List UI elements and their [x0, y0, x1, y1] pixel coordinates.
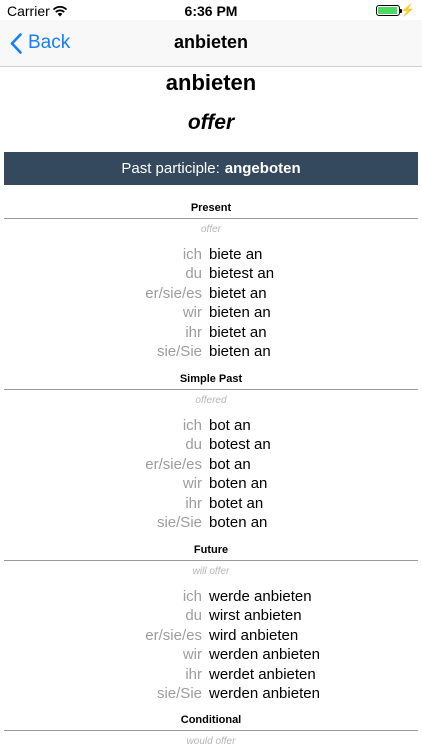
- pronoun: ihr: [185, 666, 202, 683]
- divider: [4, 560, 418, 561]
- past-participle-value: angeboten: [224, 160, 301, 177]
- verb-form: werden anbieten: [209, 646, 320, 663]
- pronoun: er/sie/es: [145, 456, 202, 473]
- divider: [4, 730, 418, 731]
- word-translation: offer: [187, 111, 235, 134]
- conjugation-row: sie/Sie werden anbieten: [0, 685, 422, 704]
- conjugation-row: du wirst anbieten: [0, 607, 422, 626]
- pronoun: wir: [182, 304, 202, 321]
- pronoun: er/sie/es: [145, 627, 202, 644]
- verb-form: botet an: [209, 495, 264, 512]
- verb-form: werden anbieten: [209, 685, 320, 702]
- divider: [4, 218, 418, 219]
- conjugation-row: wir boten an: [0, 475, 422, 494]
- charging-icon: ⚡: [400, 3, 415, 17]
- navigation-bar: Back anbieten: [0, 20, 422, 67]
- past-participle-banner: Past participle: angeboten: [4, 152, 418, 185]
- pronoun: ich: [182, 417, 202, 434]
- pronoun: du: [185, 607, 202, 624]
- conjugation-row: er/sie/es bietet an: [0, 285, 422, 304]
- verb-form: wirst anbieten: [209, 607, 302, 624]
- verb-form: bieten an: [209, 304, 271, 321]
- conjugation-row: ich biete an: [0, 246, 422, 265]
- conjugation-row: er/sie/es bot an: [0, 456, 422, 475]
- verb-form: bietet an: [209, 285, 267, 302]
- section-title-simple-past: Simple Past: [179, 373, 243, 385]
- pronoun: er/sie/es: [145, 285, 202, 302]
- verb-form: bietet an: [209, 324, 267, 341]
- conjugation-row: ich bot an: [0, 417, 422, 436]
- past-participle-label: Past participle:: [121, 160, 220, 177]
- conjugation-row: ihr werdet anbieten: [0, 666, 422, 685]
- conjugation-row: er/sie/es wird anbieten: [0, 627, 422, 646]
- pronoun: wir: [182, 475, 202, 492]
- verb-form: boten an: [209, 475, 268, 492]
- pronoun: ihr: [185, 324, 202, 341]
- verb-form: botest an: [209, 436, 271, 453]
- section-translation-conditional: would offer: [186, 736, 236, 747]
- section-title-present: Present: [190, 202, 232, 214]
- verb-form: bot an: [209, 417, 251, 434]
- section-title-conditional: Conditional: [180, 714, 242, 726]
- pronoun: sie/Sie: [156, 343, 202, 360]
- conjugation-row: ihr bietet an: [0, 324, 422, 343]
- pronoun: sie/Sie: [156, 685, 202, 702]
- verb-form: werde anbieten: [209, 588, 312, 605]
- pronoun: du: [185, 265, 202, 282]
- status-bar: Carrier 6:36 PM ⚡: [0, 0, 422, 22]
- divider: [4, 389, 418, 390]
- section-translation-simple-past: offered: [195, 395, 227, 406]
- conjugation-row: wir werden anbieten: [0, 646, 422, 665]
- conjugation-row: ihr botet an: [0, 495, 422, 514]
- verb-form: biete an: [209, 246, 263, 263]
- verb-form: boten an: [209, 514, 268, 531]
- pronoun: ich: [182, 588, 202, 605]
- verb-form: bietest an: [209, 265, 275, 282]
- section-title-future: Future: [193, 544, 229, 556]
- word-infinitive: anbieten: [165, 70, 257, 95]
- conjugation-row: du bietest an: [0, 265, 422, 284]
- battery-icon: [376, 5, 402, 16]
- pronoun: wir: [182, 646, 202, 663]
- section-translation-future: will offer: [192, 566, 230, 577]
- verb-form: bot an: [209, 456, 251, 473]
- verb-form: wird anbieten: [209, 627, 299, 644]
- conjugation-row: du botest an: [0, 436, 422, 455]
- section-translation-present: offer: [200, 224, 221, 235]
- nav-title: anbieten: [173, 32, 248, 52]
- pronoun: ihr: [185, 495, 202, 512]
- conjugation-row: sie/Sie boten an: [0, 514, 422, 533]
- conjugation-row: sie/Sie bieten an: [0, 343, 422, 362]
- verb-form: bieten an: [209, 343, 271, 360]
- pronoun: ich: [182, 246, 202, 263]
- pronoun: sie/Sie: [156, 514, 202, 531]
- conjugation-row: wir bieten an: [0, 304, 422, 323]
- status-time: 6:36 PM: [184, 3, 238, 19]
- conjugation-row: ich werde anbieten: [0, 588, 422, 607]
- verb-form: werdet anbieten: [209, 666, 316, 683]
- pronoun: du: [185, 436, 202, 453]
